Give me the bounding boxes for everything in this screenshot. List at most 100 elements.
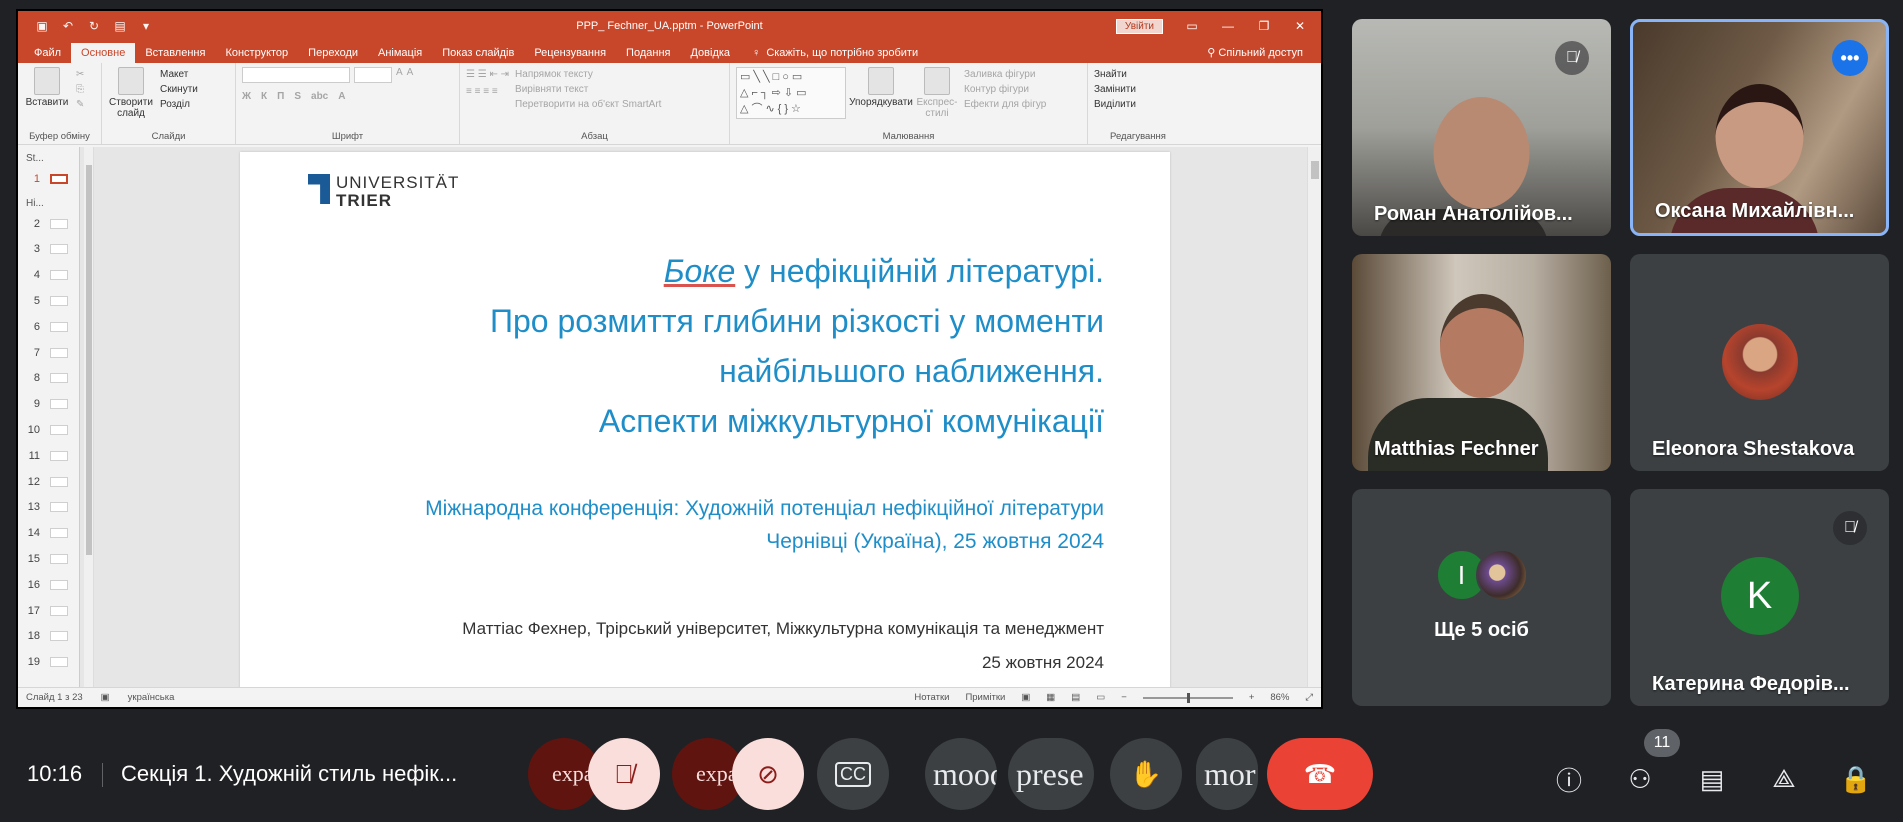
grow-font-icon[interactable]: A — [396, 67, 403, 83]
zoom-out-icon[interactable]: − — [1121, 692, 1127, 703]
sorter-view-icon[interactable]: ▦ — [1046, 692, 1055, 703]
thumbnail[interactable]: 16 — [18, 572, 79, 598]
fit-slide-icon[interactable]: ⤢ — [1305, 692, 1313, 703]
thumbnail[interactable]: 10 — [18, 417, 79, 443]
thumbnail[interactable]: 13 — [18, 495, 79, 521]
meeting-title[interactable]: Секція 1. Художній стиль нефік... — [121, 761, 457, 787]
thumbnail[interactable]: 19 — [18, 649, 79, 675]
thumbnail[interactable]: 2 — [18, 211, 79, 237]
signin-button[interactable]: Увійти — [1115, 18, 1163, 34]
share-button[interactable]: ⚲ Спільний доступ — [1197, 43, 1321, 63]
more-options-icon[interactable]: ••• — [1832, 40, 1868, 76]
text-direction-button[interactable]: Напрямок тексту — [515, 69, 661, 80]
minimize-icon[interactable]: — — [1221, 19, 1235, 33]
zoom-level[interactable]: 86% — [1270, 692, 1289, 703]
replace-button[interactable]: Замінити — [1094, 84, 1136, 95]
format-painter-icon[interactable]: ✎ — [76, 99, 84, 110]
thumbnail[interactable]: 14 — [18, 520, 79, 546]
tab-insert[interactable]: Вставлення — [135, 43, 215, 63]
participant-tile[interactable]: Matthias Fechner — [1352, 254, 1611, 471]
participant-tile[interactable]: Eleonora Shestakova — [1630, 254, 1889, 471]
quick-styles-button[interactable]: Експрес-стилі — [916, 67, 958, 128]
thumbnail[interactable]: 1 — [18, 166, 79, 192]
thumbnail[interactable]: 9 — [18, 391, 79, 417]
section-button[interactable]: Розділ — [160, 99, 198, 110]
present-from-start-icon[interactable]: ▤ — [112, 19, 128, 33]
thumbnail[interactable]: 7 — [18, 340, 79, 366]
redo-icon[interactable]: ↻ — [86, 19, 102, 33]
arrange-button[interactable]: Упорядкувати — [849, 67, 913, 128]
more-options-button[interactable]: mor — [1196, 738, 1258, 810]
font-size-field[interactable] — [354, 67, 392, 83]
thumbnail[interactable]: 12 — [18, 469, 79, 495]
cut-icon[interactable]: ✂ — [76, 69, 84, 80]
activities-icon[interactable]: ⟁ — [1767, 762, 1801, 796]
more-participants-tile[interactable]: I Ще 5 осіб — [1352, 489, 1611, 706]
tab-home[interactable]: Основне — [71, 43, 136, 63]
zoom-slider[interactable] — [1142, 692, 1233, 703]
slideshow-view-icon[interactable]: ▭ — [1096, 692, 1105, 703]
font-name-field[interactable] — [242, 67, 350, 83]
shrink-font-icon[interactable]: A — [407, 67, 414, 83]
tab-view[interactable]: Подання — [616, 43, 680, 63]
copy-icon[interactable]: ⎘ — [76, 84, 84, 95]
thumbnail[interactable]: 6 — [18, 314, 79, 340]
restore-icon[interactable]: ❐ — [1257, 19, 1271, 33]
notes-button[interactable]: Нотатки — [914, 692, 949, 703]
participant-tile-active-speaker[interactable]: ••• Оксана Михайлівн... — [1630, 19, 1889, 236]
tab-transitions[interactable]: Переходи — [298, 43, 368, 63]
people-icon[interactable]: ⚇ — [1623, 762, 1657, 796]
present-button[interactable]: prese — [1008, 738, 1094, 810]
shapes-gallery[interactable]: ▭╲╲□○▭ △⌐┐⇨⇩▭ △⌒∿{}☆ — [736, 67, 846, 119]
section-start[interactable]: St... — [18, 147, 79, 166]
tab-animations[interactable]: Анімація — [368, 43, 432, 63]
save-icon[interactable]: ▣ — [34, 19, 50, 33]
section-history[interactable]: Hi... — [18, 192, 79, 211]
new-slide-button[interactable]: Створити слайд — [108, 67, 154, 128]
smartart-button[interactable]: Перетворити на об'єкт SmartArt — [515, 99, 661, 110]
shape-effects-button[interactable]: Ефекти для фігур — [964, 99, 1046, 110]
participant-tile[interactable]: 🎙̸ K Катерина Федорів... — [1630, 489, 1889, 706]
reading-view-icon[interactable]: ▤ — [1071, 692, 1080, 703]
strikethrough-icon[interactable]: abc — [311, 91, 328, 102]
leave-call-button[interactable]: ☎ — [1267, 738, 1373, 810]
undo-icon[interactable]: ↶ — [60, 19, 76, 33]
captions-button[interactable]: CC — [817, 738, 889, 810]
bold-icon[interactable]: Ж — [242, 91, 251, 102]
thumbnails-scrollbar[interactable] — [84, 147, 94, 687]
slide-canvas[interactable]: UNIVERSITÄT TRIER Боке у нефікційній літ… — [240, 152, 1170, 692]
normal-view-icon[interactable]: ▣ — [1021, 692, 1030, 703]
zoom-in-icon[interactable]: + — [1249, 692, 1255, 703]
spellcheck-icon[interactable]: ▣ — [101, 692, 110, 703]
bullets-icon[interactable]: ☰ ☰ ⇤ ⇥ — [466, 69, 509, 80]
thumbnail[interactable]: 4 — [18, 262, 79, 288]
slide-scrollbar[interactable] — [1307, 147, 1321, 687]
tell-me-search[interactable]: ♀ Скажіть, що потрібно зробити — [740, 43, 928, 63]
thumbnail[interactable]: 11 — [18, 443, 79, 469]
host-controls-icon[interactable]: 🔒 — [1839, 762, 1873, 796]
microphone-button[interactable]: 🎙̸ — [588, 738, 660, 810]
language-indicator[interactable]: українська — [128, 692, 175, 703]
reactions-button[interactable]: mood — [925, 738, 997, 810]
paste-button[interactable]: Вставити — [24, 67, 70, 128]
comments-button[interactable]: Примітки — [965, 692, 1005, 703]
ribbon-display-icon[interactable]: ▭ — [1185, 19, 1199, 33]
meeting-info-icon[interactable]: ⓘ — [1552, 762, 1586, 796]
font-color-icon[interactable]: A — [338, 91, 345, 102]
select-button[interactable]: Виділити — [1094, 99, 1136, 110]
find-button[interactable]: Знайти — [1094, 69, 1136, 80]
raise-hand-button[interactable]: ✋ — [1110, 738, 1182, 810]
thumbnail[interactable]: 15 — [18, 546, 79, 572]
tab-design[interactable]: Конструктор — [215, 43, 298, 63]
tab-review[interactable]: Рецензування — [524, 43, 616, 63]
shape-fill-button[interactable]: Заливка фігури — [964, 69, 1046, 80]
tab-slideshow[interactable]: Показ слайдів — [432, 43, 524, 63]
customize-qat-icon[interactable]: ▾ — [138, 19, 154, 33]
close-icon[interactable]: ✕ — [1293, 19, 1307, 33]
thumbnail[interactable]: 17 — [18, 598, 79, 624]
italic-icon[interactable]: К — [261, 91, 267, 102]
reset-button[interactable]: Скинути — [160, 84, 198, 95]
align-icons[interactable]: ≡ ≡ ≡ ≡ — [466, 86, 509, 97]
thumbnail[interactable]: 8 — [18, 366, 79, 392]
participant-tile[interactable]: 🎙̸ Роман Анатолійов... — [1352, 19, 1611, 236]
